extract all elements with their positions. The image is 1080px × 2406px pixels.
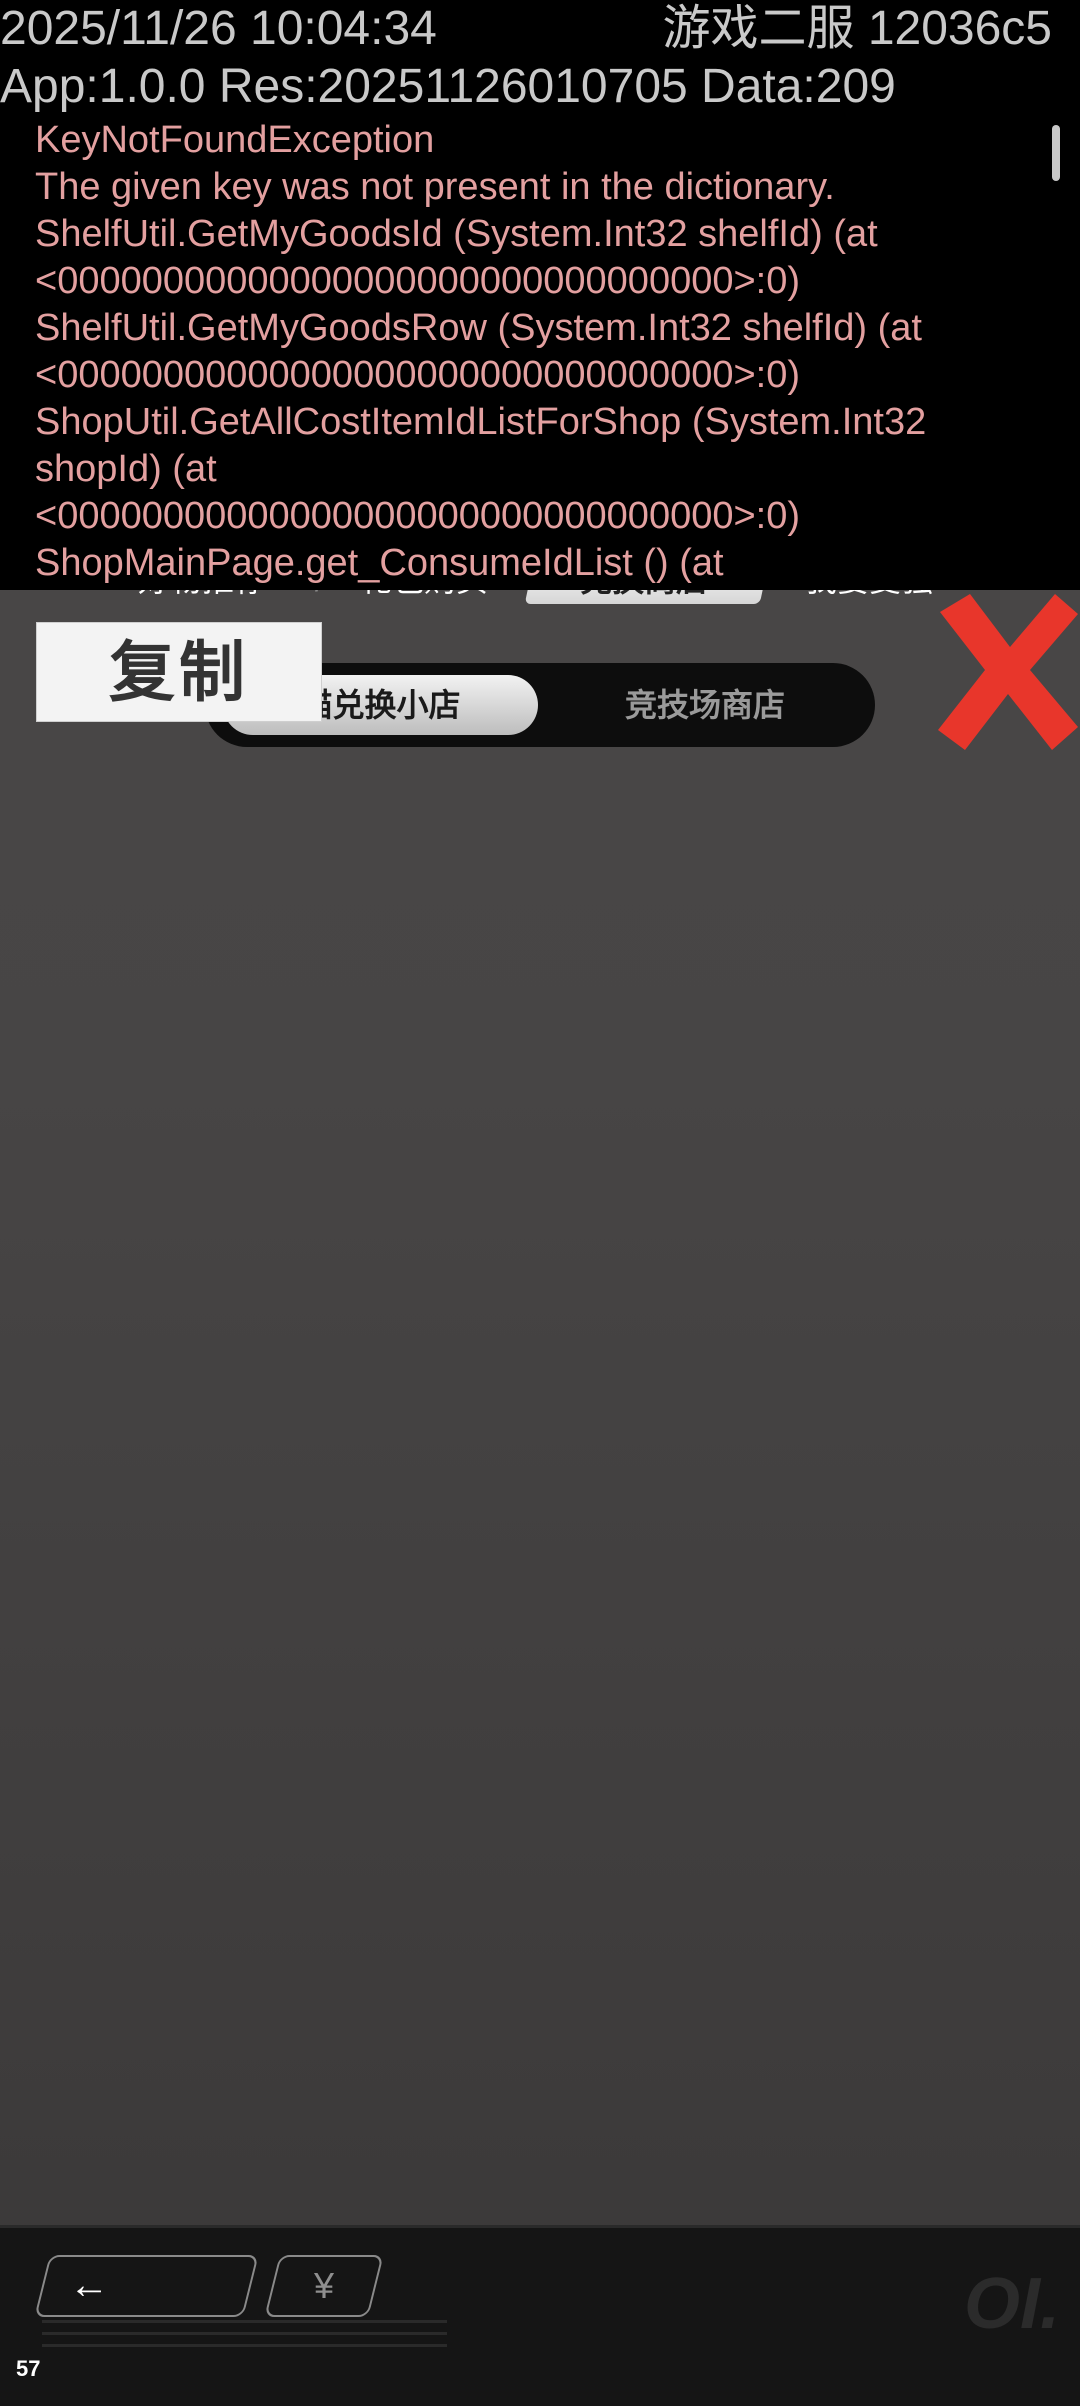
copy-button[interactable]: 复制 [36,622,322,722]
log-line: ShelfUtil.GetMyGoodsRow (System.Int32 sh… [35,307,922,349]
back-button[interactable]: ← [34,2255,259,2317]
subtab-arena-shop[interactable]: 竞技场商店 [575,675,835,735]
yen-icon: ¥ [313,2265,335,2306]
log-line: <00000000000000000000000000000000>:0) [35,354,801,396]
faint-text-lines [42,2320,447,2370]
log-line: KeyNotFoundException [35,119,435,161]
log-line: shopId) (at [35,448,217,490]
bottom-bar: ← ¥ OI. 57 [0,2225,1080,2406]
debug-timestamp: 2025/11/26 10:04:34 [0,2,437,55]
currency-button[interactable]: ¥ [264,2255,384,2317]
back-arrow-icon: ← [69,2263,110,2307]
debug-header: 2025/11/26 10:04:34 游戏二服 12036c5 App:1.0… [0,0,1080,116]
debug-scrollbar[interactable] [1052,125,1060,181]
log-line: ShelfUtil.GetMyGoodsId (System.Int32 she… [35,213,878,255]
fps-counter: 57 [16,2356,41,2381]
debug-log-overlay: 2025/11/26 10:04:34 游戏二服 12036c5 App:1.0… [0,0,1080,590]
log-line: <00000000000000000000000000000000>:0) [35,260,801,302]
log-line: ShopMainPage.get_ConsumeIdList () (at [35,542,724,584]
close-icon[interactable] [930,592,1080,752]
watermark-logo: OI. [963,2264,1060,2344]
log-line: ShopUtil.GetAllCostItemIdListForShop (Sy… [35,401,927,443]
debug-server: 游戏二服 12036c5 [662,2,1052,55]
debug-log-text[interactable]: KeyNotFoundException The given key was n… [35,117,1045,587]
log-line: <00000000000000000000000000000000>:0) [35,495,801,537]
log-line: The given key was not present in the dic… [35,166,835,208]
debug-version: App:1.0.0 Res:20251126010705 Data:209 [0,60,896,113]
